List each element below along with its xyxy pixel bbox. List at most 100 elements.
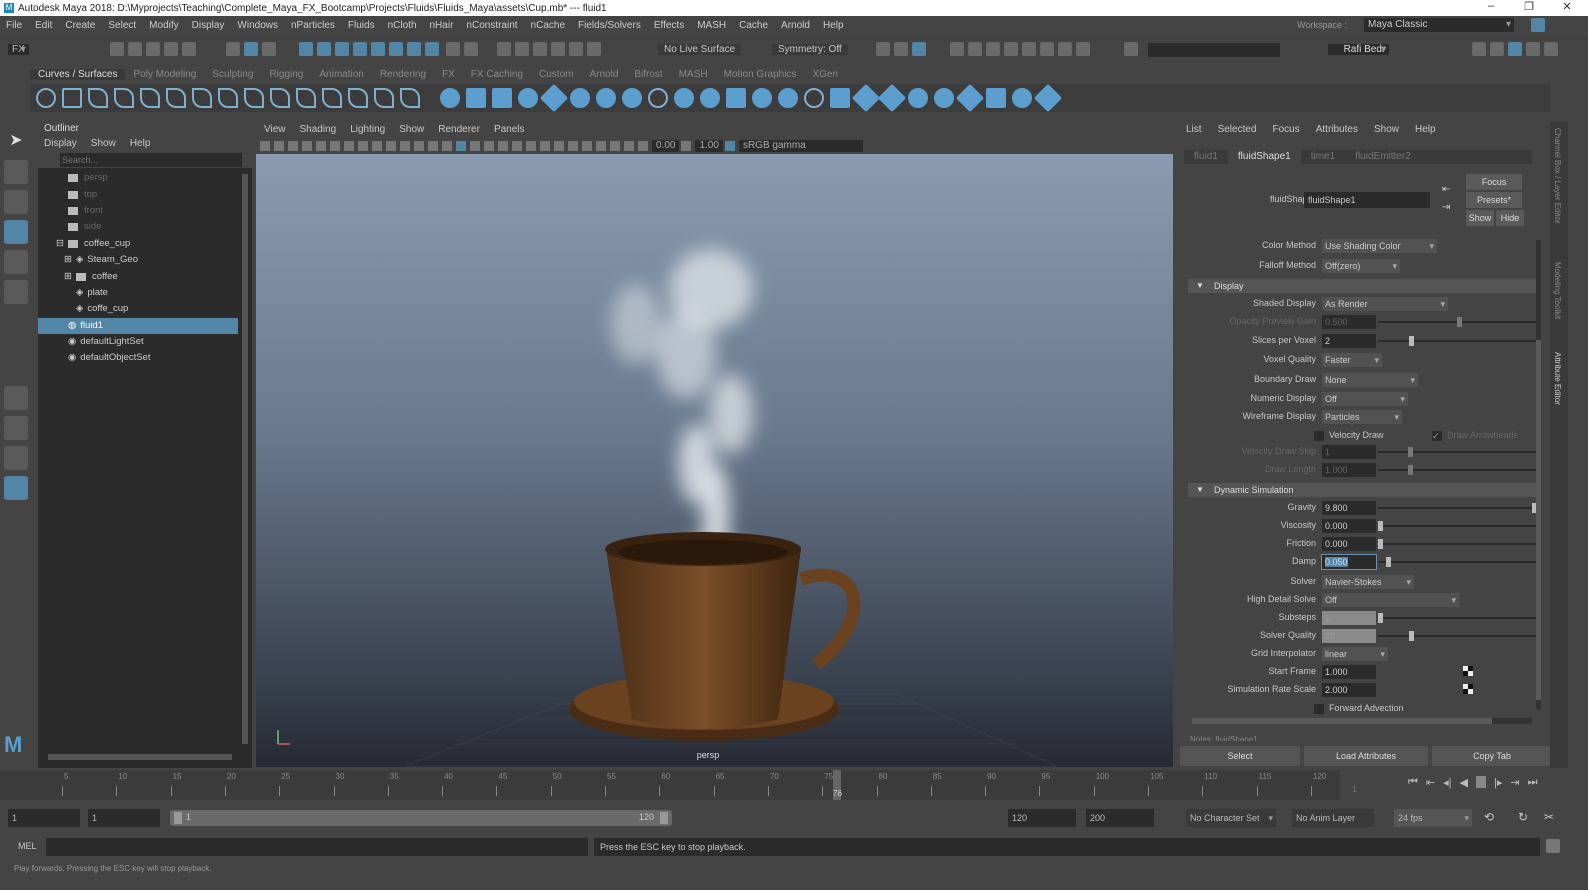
construction-icon[interactable] bbox=[551, 42, 566, 56]
range-start-handle[interactable] bbox=[174, 812, 182, 824]
map-button-icon[interactable] bbox=[1463, 666, 1473, 676]
snap-pivot-icon[interactable] bbox=[389, 42, 404, 56]
default-material-icon[interactable] bbox=[470, 141, 480, 151]
exposure-field[interactable]: 0.00 bbox=[652, 140, 680, 152]
shelf-tab-fx[interactable]: FX bbox=[434, 69, 463, 80]
script-editor-icon[interactable] bbox=[1546, 839, 1560, 853]
outliner-item-default-light-set[interactable]: ◉ defaultLightSet bbox=[38, 334, 252, 350]
copy-tab-button[interactable]: Copy Tab bbox=[1432, 746, 1552, 766]
character-controls-icon[interactable] bbox=[1490, 42, 1504, 56]
step-back-frame-icon[interactable]: ◂| bbox=[1443, 776, 1451, 789]
attach-curves-icon[interactable] bbox=[218, 88, 238, 108]
textured-icon[interactable] bbox=[498, 141, 508, 151]
attribute-editor-tab[interactable]: Attribute Editor bbox=[1553, 352, 1562, 405]
viewport-menu-shading[interactable]: Shading bbox=[300, 122, 337, 138]
menu-cache[interactable]: Cache bbox=[739, 20, 768, 31]
mel-label[interactable]: MEL bbox=[18, 841, 37, 851]
focus-button[interactable]: Focus bbox=[1466, 174, 1522, 190]
rebuild-surface-icon[interactable] bbox=[1033, 83, 1063, 113]
untrim-icon[interactable] bbox=[877, 83, 907, 113]
minimize-button[interactable]: – bbox=[1474, 0, 1508, 16]
animation-end-field[interactable]: 200 bbox=[1086, 809, 1154, 827]
outliner-item-coffe-cup[interactable]: ◈ coffe_cup bbox=[38, 301, 252, 317]
shelf-tab-animation[interactable]: Animation bbox=[311, 69, 371, 80]
save-scene-icon[interactable] bbox=[146, 42, 160, 56]
lasso-tool-icon[interactable] bbox=[4, 160, 28, 184]
start-frame-field[interactable]: 1.000 bbox=[1322, 665, 1376, 679]
single-perspective-layout-icon[interactable] bbox=[4, 386, 28, 410]
history-icon[interactable] bbox=[497, 42, 512, 56]
highlight-icon[interactable] bbox=[463, 42, 478, 56]
snap-view-icon[interactable] bbox=[353, 42, 368, 56]
shelf-tab-curves-surfaces[interactable]: Curves / Surfaces bbox=[30, 68, 126, 80]
friction-field[interactable]: 0.000 bbox=[1322, 537, 1376, 551]
snap-live-icon[interactable] bbox=[587, 42, 602, 56]
shelf-tab-fx-caching[interactable]: FX Caching bbox=[463, 69, 531, 80]
detach-surfaces-icon[interactable] bbox=[934, 88, 954, 108]
wireframe-icon[interactable] bbox=[442, 141, 452, 151]
light-editor-icon[interactable] bbox=[1057, 42, 1072, 56]
falloff-method-dropdown[interactable]: Off(zero) bbox=[1322, 259, 1400, 273]
boundary-icon[interactable] bbox=[752, 88, 772, 108]
outliner-item-fluid1[interactable]: ◍ fluid1 bbox=[38, 317, 238, 334]
range-end-handle[interactable] bbox=[660, 812, 668, 824]
two-view-layout-icon[interactable] bbox=[4, 446, 28, 470]
solver-dropdown[interactable]: Navier-Stokes bbox=[1322, 575, 1414, 589]
current-time-marker[interactable]: 76 bbox=[833, 770, 842, 800]
slices-per-voxel-field[interactable]: 2 bbox=[1322, 334, 1376, 348]
ae-horizontal-scrollbar[interactable] bbox=[1192, 718, 1532, 724]
outliner-layout-icon[interactable] bbox=[4, 476, 28, 500]
render-view-icon[interactable] bbox=[949, 42, 964, 56]
add-points-icon[interactable] bbox=[374, 88, 394, 108]
go-to-end-icon[interactable]: ⏭ bbox=[1528, 776, 1538, 789]
gamma-field[interactable]: 1.00 bbox=[695, 140, 723, 152]
playback-start-field[interactable]: 1 bbox=[88, 809, 160, 827]
ep-curve-icon[interactable] bbox=[114, 88, 134, 108]
workspace-dropdown[interactable]: Maya Classic bbox=[1364, 18, 1514, 32]
nurbs-square-icon[interactable] bbox=[62, 88, 82, 108]
opacity-preview-gain-field[interactable]: 0.500 bbox=[1322, 315, 1376, 329]
grid-interpolator-dropdown[interactable]: linear bbox=[1322, 647, 1388, 661]
render-settings-icon[interactable] bbox=[1003, 42, 1018, 56]
shaded-display-dropdown[interactable]: As Render bbox=[1322, 297, 1448, 311]
snap-point-icon[interactable] bbox=[335, 42, 350, 56]
attribute-editor-toggle-icon[interactable] bbox=[1508, 42, 1522, 56]
velocity-draw-skip-field[interactable]: 1 bbox=[1322, 445, 1376, 459]
select-button[interactable]: Select bbox=[1180, 746, 1300, 766]
shelf-tab-custom[interactable]: Custom bbox=[531, 69, 581, 80]
output-line-icon[interactable] bbox=[894, 42, 908, 56]
scale-tool-icon[interactable] bbox=[4, 280, 28, 304]
ae-tab-fluidshape1[interactable]: fluidShape1 bbox=[1227, 150, 1301, 164]
nurbs-cone-icon[interactable] bbox=[518, 88, 538, 108]
lock-selection-icon[interactable] bbox=[445, 42, 460, 56]
menu-edit[interactable]: Edit bbox=[35, 20, 52, 31]
ae-menu-help[interactable]: Help bbox=[1415, 122, 1436, 138]
input-connections-icon[interactable]: ⇤ bbox=[1442, 184, 1450, 195]
insert-isoparm-icon[interactable] bbox=[986, 88, 1006, 108]
outliner-item-coffee-cup[interactable]: ⊟ coffee_cup bbox=[38, 236, 252, 252]
show-button[interactable]: Show bbox=[1466, 210, 1494, 226]
lock-icon[interactable] bbox=[1531, 18, 1545, 32]
gravity-field[interactable]: 9.800 bbox=[1322, 501, 1376, 515]
wireframe-display-dropdown[interactable]: Particles bbox=[1322, 410, 1402, 424]
magnet-icon[interactable] bbox=[569, 42, 584, 56]
symmetry-dropdown[interactable]: Symmetry: Off bbox=[772, 44, 848, 55]
node-name-field[interactable]: fluidShape1 bbox=[1304, 192, 1430, 208]
voxel-quality-dropdown[interactable]: Faster bbox=[1322, 353, 1382, 367]
isolate-select-icon[interactable] bbox=[582, 141, 592, 151]
render-icon[interactable] bbox=[967, 42, 982, 56]
slider-thumb[interactable] bbox=[1409, 336, 1415, 346]
output-connections-icon[interactable]: ⇥ bbox=[1442, 202, 1450, 213]
trim-tool-icon[interactable] bbox=[851, 83, 881, 113]
undo-icon[interactable] bbox=[164, 42, 178, 56]
nurbs-plane-icon[interactable] bbox=[539, 83, 569, 113]
outliner-item-top[interactable]: top bbox=[38, 186, 252, 202]
smooth-shade-icon[interactable] bbox=[456, 141, 466, 151]
shelf-tab-bifrost[interactable]: Bifrost bbox=[626, 69, 670, 80]
animation-start-field[interactable]: 1 bbox=[8, 809, 80, 827]
gate-mask-icon[interactable] bbox=[386, 141, 396, 151]
go-to-start-icon[interactable]: ⏮ bbox=[1408, 776, 1418, 789]
intersect-surfaces-icon[interactable] bbox=[830, 88, 850, 108]
outliner-menu-help[interactable]: Help bbox=[130, 136, 151, 152]
velocity-draw-checkbox[interactable] bbox=[1314, 431, 1324, 441]
